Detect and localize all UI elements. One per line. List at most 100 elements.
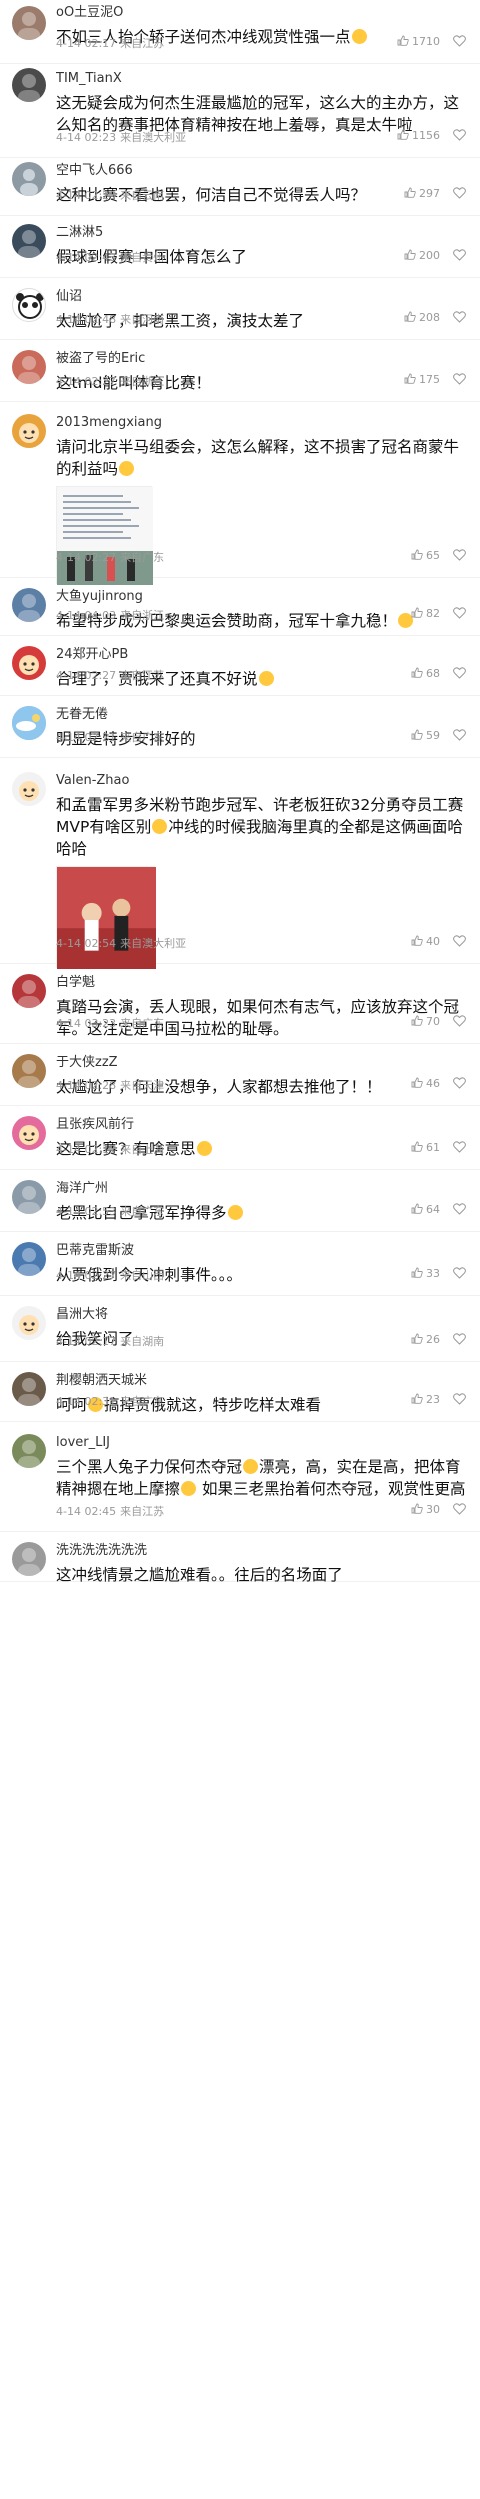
avatar-cartoon[interactable] [12,1306,46,1340]
like-button[interactable]: 64 [411,1203,440,1216]
username[interactable]: 被盗了号的Eric [56,350,466,368]
avatar-cartoon[interactable] [12,414,46,448]
avatar-photo[interactable] [12,350,46,384]
avatar-photo[interactable] [12,588,46,622]
heart-icon[interactable] [453,1393,466,1405]
avatar-panda[interactable] [12,288,46,322]
like-button[interactable]: 23 [411,1393,440,1406]
attached-screenshot[interactable] [56,486,153,585]
avatar-photo[interactable] [12,1242,46,1276]
username[interactable]: 24郑开心PB [56,646,466,664]
like-button[interactable]: 1156 [397,129,440,142]
heart-icon[interactable] [453,35,466,47]
like-button[interactable]: 200 [404,249,440,262]
thumbs-up-icon [411,1015,423,1026]
location: 来自江苏 [120,37,165,50]
comment-meta: 4-14 02:27 来自广东 65 [56,549,466,565]
location: 来自广东 [120,731,165,744]
username[interactable]: 大鱼yujinrong [56,588,466,606]
comment-meta: 4-14 02:17 来自上海 61 [56,1141,466,1157]
heart-icon[interactable] [453,373,466,385]
thumbs-up-icon [411,667,423,678]
like-button[interactable]: 33 [411,1267,440,1280]
heart-icon[interactable] [453,1503,466,1515]
username[interactable]: 白学魁 [56,974,466,992]
like-count: 46 [426,1077,440,1090]
avatar-photo[interactable] [12,1054,46,1088]
heart-icon[interactable] [453,1333,466,1345]
like-button[interactable]: 40 [411,935,440,948]
comment-item: 巴蒂克雷斯波 从贾俄到今天冲刺事件。。。 4-14 02:27 来自山西 33 [0,1232,480,1296]
heart-icon[interactable] [453,1015,466,1027]
heart-icon[interactable] [453,129,466,141]
thumbs-up-icon [404,249,416,260]
like-button[interactable]: 26 [411,1333,440,1346]
heart-icon[interactable] [453,311,466,323]
heart-icon[interactable] [453,1203,466,1215]
time-text: 4-14 02:23 [56,189,117,202]
username[interactable]: 洗洗洗洗洗洗洗 [56,1542,466,1560]
like-button[interactable]: 70 [411,1015,440,1028]
username[interactable]: lover_LIJ [56,1434,466,1452]
like-button[interactable]: 1710 [397,35,440,48]
username[interactable]: TIM_TianX [56,70,466,88]
avatar-photo[interactable] [12,1180,46,1214]
attached-photo[interactable] [56,866,156,969]
username[interactable]: 荆樱朝洒天城米 [56,1372,466,1390]
avatar-cartoon[interactable] [12,772,46,806]
avatar-photo[interactable] [12,6,46,40]
heart-icon[interactable] [453,187,466,199]
username[interactable]: 巴蒂克雷斯波 [56,1242,466,1260]
like-button[interactable]: 208 [404,311,440,324]
heart-icon[interactable] [453,729,466,741]
heart-icon[interactable] [453,249,466,261]
username[interactable]: Valen-Zhao [56,772,466,790]
time-text: 4-14 02:45 [56,1505,117,1518]
heart-icon[interactable] [453,1077,466,1089]
like-button[interactable]: 61 [411,1141,440,1154]
avatar-sky[interactable] [12,706,46,740]
username[interactable]: 且张疾风前行 [56,1116,466,1134]
heart-icon[interactable] [453,549,466,561]
username[interactable]: 二淋淋5 [56,224,466,242]
thumbs-up-icon [411,1503,423,1514]
avatar-photo[interactable] [12,224,46,258]
username[interactable]: oO土豆泥O [56,4,466,22]
like-button[interactable]: 59 [411,729,440,742]
username[interactable]: 于大侠zzZ [56,1054,466,1072]
username[interactable]: 仙诏 [56,288,466,306]
avatar-photo[interactable] [12,68,46,102]
username[interactable]: 海洋广州 [56,1180,466,1198]
avatar-gray[interactable] [12,162,46,196]
heart-icon[interactable] [453,1141,466,1153]
username[interactable]: 2013mengxiang [56,414,466,432]
username[interactable]: 空中飞人666 [56,162,466,180]
thumbs-up-icon [411,1333,423,1344]
time-text: 4-14 02:31 [56,1395,117,1408]
heart-icon[interactable] [453,667,466,679]
time-text: 4-14 02:27 [56,375,117,388]
location: 来自澳大利亚 [120,131,187,144]
avatar-photo[interactable] [12,1434,46,1468]
avatar-photo[interactable] [12,1542,46,1576]
avatar-photo[interactable] [12,1372,46,1406]
like-button[interactable]: 68 [411,667,440,680]
like-button[interactable]: 82 [411,607,440,620]
like-button[interactable]: 46 [411,1077,440,1090]
timestamp: 4-14 02:53 来自广东 [56,1203,164,1219]
heart-icon[interactable] [453,1267,466,1279]
like-button[interactable]: 175 [404,373,440,386]
comment-meta: 4-14 02:53 来自广东 64 [56,1203,466,1219]
like-button[interactable]: 65 [411,549,440,562]
avatar-cartoon[interactable] [12,1116,46,1150]
avatar-cartoon[interactable] [12,646,46,680]
avatar-photo[interactable] [12,974,46,1008]
username[interactable]: 无眷无倦 [56,706,466,724]
heart-icon[interactable] [453,935,466,947]
heart-icon[interactable] [453,607,466,619]
like-button[interactable]: 30 [411,1503,440,1516]
username[interactable]: 昌洲大将 [56,1306,466,1324]
thumbs-up-icon [397,35,409,46]
like-button[interactable]: 297 [404,187,440,200]
like-count: 33 [426,1267,440,1280]
